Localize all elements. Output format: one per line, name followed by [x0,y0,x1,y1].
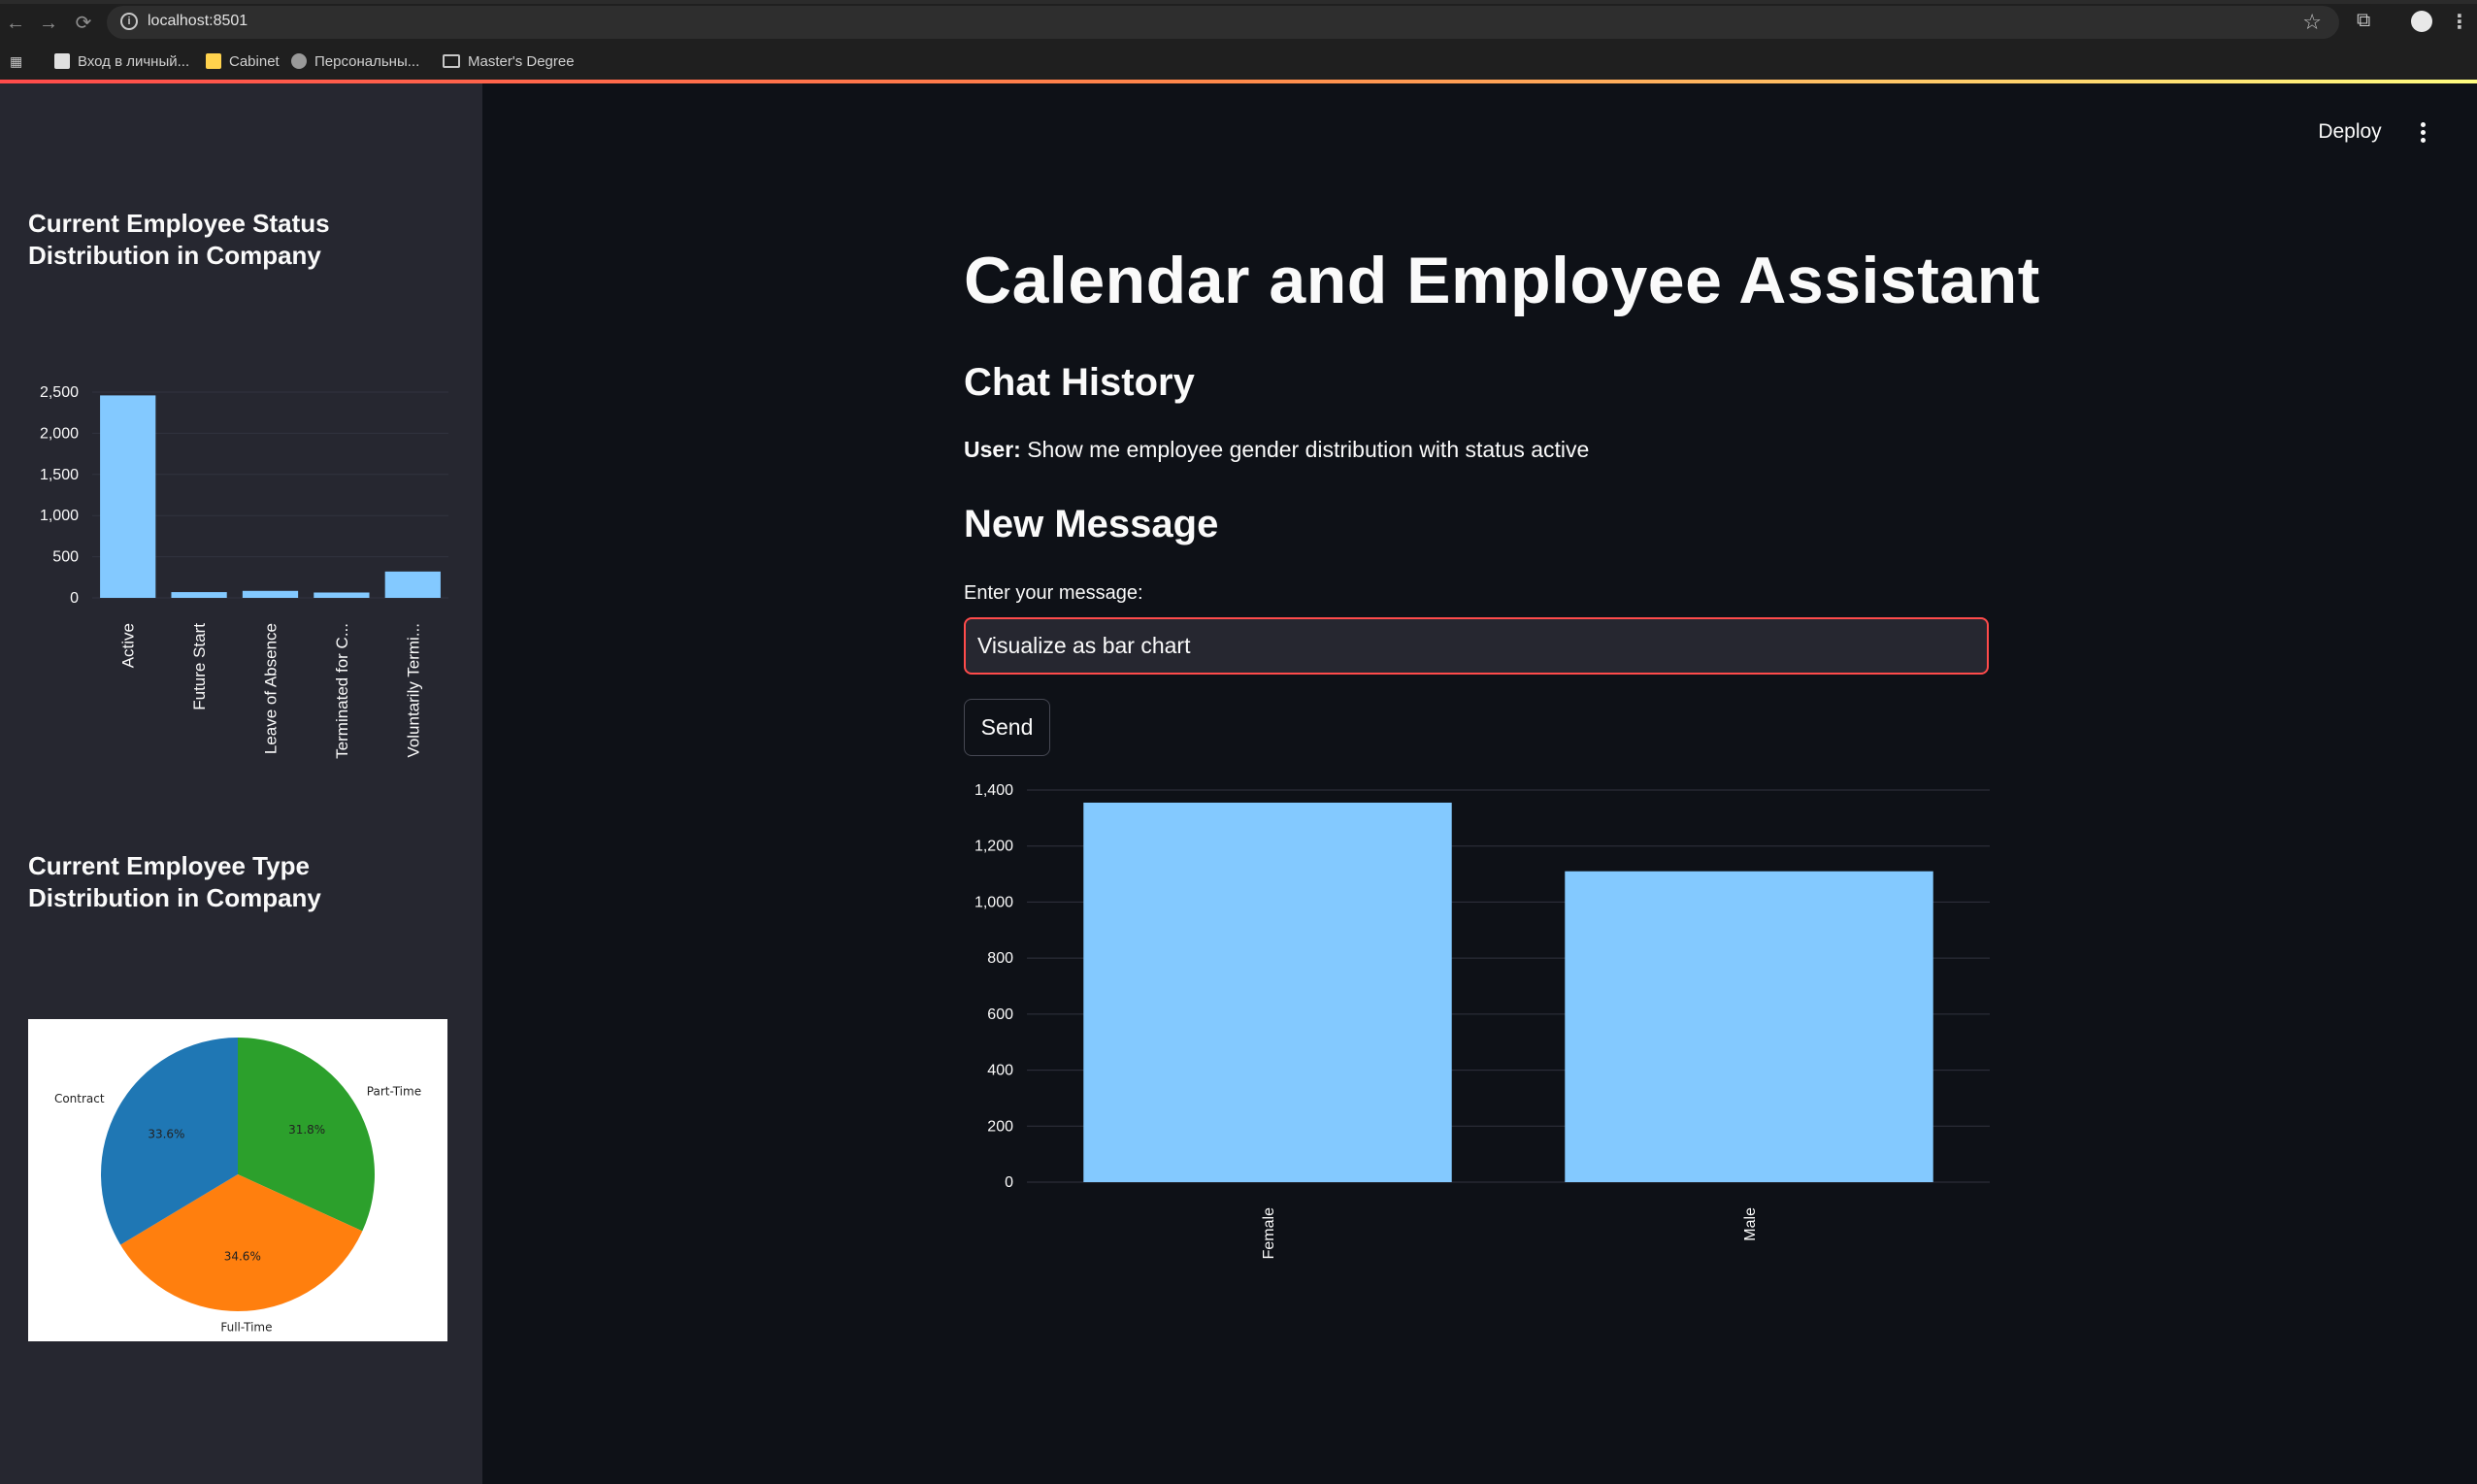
gender-bar-chart: 0 200 400 600 800 1,000 1,200 1,400 Female Male [974,782,1990,1259]
type-pie-chart: 31.8% Part-Time 34.6% Full-Time 33.6% Contrac… [54,1038,421,1335]
bookmark-item[interactable]: Cabinet [206,50,280,72]
browser-toolbar: ← → ⟳ i localhost:8501 ☆ ⧉ ⋮ [0,0,2477,43]
x-tick-label: Female [1261,1207,1277,1259]
y-tick-label: 1,200 [974,839,1013,855]
chat-text: Show me employee gender distribution wit… [1020,437,1590,462]
address-bar[interactable]: i localhost:8501 ☆ [107,6,2339,39]
x-tick-label: Voluntarily Termi... [404,623,422,758]
bookmark-label: Cabinet [229,52,280,70]
pie-percent-label: 34.6% [224,1249,261,1263]
x-tick-label: Male [1742,1207,1759,1241]
bar[interactable] [100,395,156,598]
page-title: Calendar and Employee Assistant [964,244,2040,317]
y-tick-label: 2,000 [40,425,79,442]
bar[interactable] [1083,802,1452,1182]
status-bar-chart: 0 500 1,000 1,500 2,000 2,500 Active Future Sta… [40,384,448,759]
y-tick-label: 0 [1005,1174,1013,1191]
folder-icon [443,54,460,68]
bookmark-label: Master's Degree [468,52,575,70]
pie-percent-label: 33.6% [148,1127,184,1140]
y-tick-label: 0 [70,590,79,607]
y-tick-label: 800 [987,950,1013,967]
x-tick-label: Terminated for C... [333,623,351,759]
bar[interactable] [242,590,299,598]
status-chart-title: Current Employee Status Distribution in … [28,209,330,270]
y-tick-label: 1,400 [974,782,1013,799]
type-pie-chart-container: 31.8% Part-Time 34.6% Full-Time 33.6% Contrac… [28,1019,447,1341]
bookmark-label: Вход в личный... [78,52,190,70]
x-tick-label: Active [119,623,138,668]
bar[interactable] [1565,871,1933,1182]
browser-tab-strip [0,0,2477,4]
bar[interactable] [384,571,441,598]
y-tick-label: 400 [987,1063,1013,1079]
chat-history-heading: Chat History [964,361,1195,404]
profile-avatar[interactable] [2411,11,2432,32]
sidebar: Current Employee Status Distribution in … [0,83,482,1484]
bookmark-item[interactable]: Персональны... [291,50,419,72]
bookmark-item[interactable]: Вход в личный... [54,50,189,72]
message-input[interactable] [964,617,1989,675]
pie-category-label: Contract [54,1092,105,1105]
y-tick-label: 1,000 [40,508,79,524]
extensions-icon[interactable]: ⧉ [2357,10,2370,32]
bookmark-label: Персональны... [314,52,420,70]
pie-category-label: Full-Time [220,1321,272,1335]
main-menu-icon[interactable] [2411,115,2434,149]
back-icon[interactable]: ← [4,12,27,35]
globe-icon [291,53,307,69]
pie-category-label: Part-Time [367,1085,421,1099]
x-tick-label: Leave of Absence [262,623,281,754]
send-button[interactable]: Send [964,699,1050,756]
y-tick-label: 1,000 [974,894,1013,910]
y-tick-label: 1,500 [40,467,79,483]
bookmark-favicon-icon [54,53,70,69]
y-tick-label: 600 [987,1006,1013,1023]
bookmarks-bar: ▦ Вход в личный... Cabinet Персональны..… [0,43,2477,80]
chat-speaker: User: [964,437,1021,462]
x-tick-label: Future Start [190,623,209,710]
y-tick-label: 200 [987,1118,1013,1135]
site-info-icon[interactable]: i [120,13,138,30]
url-text[interactable]: localhost:8501 [148,13,248,30]
forward-icon[interactable]: → [37,12,60,35]
bookmark-favicon-icon [206,53,221,69]
message-input-label: Enter your message: [964,582,1143,604]
pie-percent-label: 31.8% [288,1123,325,1137]
deploy-button[interactable]: Deploy [2306,115,2394,149]
apps-grid-icon[interactable]: ▦ [10,50,22,72]
reload-icon[interactable]: ⟳ [72,12,95,35]
y-tick-label: 500 [52,549,79,566]
bar[interactable] [171,592,227,598]
browser-menu-icon[interactable]: ⋮ [2450,10,2469,34]
bookmark-folder[interactable]: Master's Degree [443,50,575,72]
bookmark-star-icon[interactable]: ☆ [2302,10,2322,35]
type-chart-title: Current Employee Type Distribution in Co… [28,851,321,912]
chat-message: User: Show me employee gender distributi… [964,437,1589,463]
y-tick-label: 2,500 [40,384,79,401]
new-message-heading: New Message [964,503,1219,545]
bar[interactable] [314,592,370,598]
